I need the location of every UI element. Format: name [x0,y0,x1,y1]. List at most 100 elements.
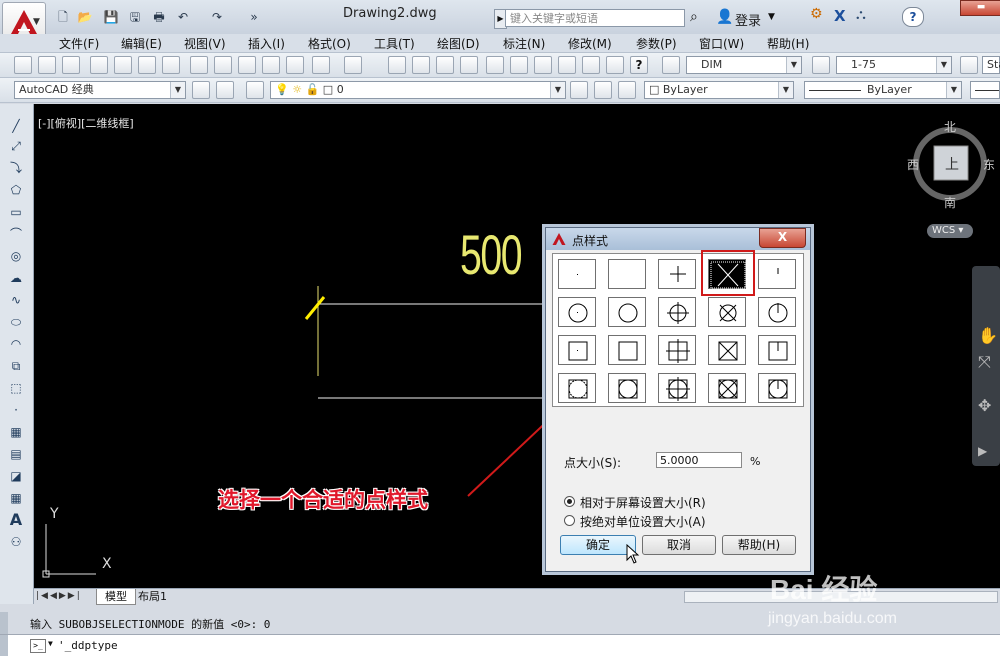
new-file-icon[interactable]: 🗋 [52,7,74,27]
copy-icon[interactable] [214,56,232,74]
undo-icon[interactable]: ↶ [172,7,194,27]
zoom-previous-icon[interactable] [460,56,478,74]
linetype-select[interactable]: ByLayer ▼ [804,81,962,99]
tab-navigation-arrows[interactable]: |◀◀▶▶| [36,591,82,601]
redo-icon[interactable] [344,56,362,74]
tool-palettes-icon[interactable] [534,56,552,74]
redo-icon[interactable]: ↷ [206,7,228,27]
search-input[interactable]: 键入关键字或短语 [505,9,685,27]
viewcube-south[interactable]: 南 [944,194,956,211]
dimension-style-select[interactable]: DIM ▼ [686,56,802,74]
cut-icon[interactable] [190,56,208,74]
open-file-icon[interactable]: 📂 [74,7,96,27]
zoom-icon[interactable]: ⤧ [978,352,991,372]
menu-window[interactable]: 窗口(W) [699,35,744,52]
ok-button[interactable]: 确定 [560,535,636,555]
workspace-settings-icon[interactable] [192,81,210,99]
menu-format[interactable]: 格式(O) [308,35,351,52]
point-style-circle-dot[interactable] [558,297,596,327]
showmotion-icon[interactable]: ▶ [978,444,987,458]
viewcube-east[interactable]: 东 [983,156,995,173]
paste-icon[interactable] [238,56,256,74]
radio-absolute-label[interactable]: 按绝对单位设置大小(A) [580,513,706,530]
menu-insert[interactable]: 插入(I) [248,35,285,52]
command-prompt-icon[interactable]: >_ [30,639,46,653]
point-style-circle-square-plus[interactable] [658,373,696,403]
polyline-icon[interactable]: ⤵ [7,160,25,176]
multileader-style-icon[interactable] [960,56,978,74]
autodesk-360-icon[interactable]: ⛬ [856,7,866,23]
design-center-icon[interactable] [510,56,528,74]
make-block-icon[interactable]: ⬚ [7,380,25,396]
multileader-style-select[interactable]: Sta [982,56,1000,74]
table-icon[interactable]: ▦ [7,490,25,506]
save-icon[interactable] [62,56,80,74]
sheet-set-icon[interactable] [558,56,576,74]
menu-edit[interactable]: 编辑(E) [121,35,162,52]
point-style-square-dot[interactable] [558,335,596,365]
help-button[interactable]: ? [902,7,924,27]
dialog-close-button[interactable]: X [759,228,806,248]
table-style-select[interactable]: 1-75 ▼ [836,56,952,74]
menu-view[interactable]: 视图(V) [184,35,226,52]
calculator-icon[interactable] [606,56,624,74]
undo-icon[interactable] [312,56,330,74]
login-button[interactable]: 登录 [735,10,761,29]
radio-relative-label[interactable]: 相对于屏幕设置大小(R) [580,494,706,511]
menu-tools[interactable]: 工具(T) [374,35,415,52]
text-style-icon[interactable] [662,56,680,74]
save-as-icon[interactable]: 🖫 [124,7,146,27]
layer-previous-icon[interactable] [594,81,612,99]
multiline-text-icon[interactable]: A [7,512,25,528]
point-style-circle[interactable] [608,297,646,327]
point-size-input[interactable]: 5.0000 [656,452,742,468]
dialog-title-bar[interactable]: 点样式 X [546,228,810,250]
viewcube-top[interactable]: 上 [945,154,959,174]
point-style-circle-square-tick[interactable] [758,373,796,403]
markup-icon[interactable] [582,56,600,74]
ellipse-arc-icon[interactable]: ◠ [7,336,25,352]
line-icon[interactable]: ╱ [7,118,25,134]
help-icon[interactable]: ? [630,56,648,74]
block-editor-icon[interactable] [286,56,304,74]
point-style-square-x[interactable] [708,335,746,365]
menu-parameters[interactable]: 参数(P) [636,35,677,52]
wcs-menu[interactable]: WCS ▾ [927,224,973,238]
lineweight-select[interactable] [970,81,1000,99]
window-close-button[interactable]: ▬ [960,0,1000,16]
revision-cloud-icon[interactable]: ☁ [7,270,25,286]
point-style-plus[interactable] [658,259,696,289]
chevron-down-icon[interactable]: ▼ [48,639,53,648]
command-line[interactable]: >_ ▼ '_ddptype [0,634,1000,656]
binoculars-icon[interactable]: ⌕ [690,9,698,25]
menu-file[interactable]: 文件(F) [59,35,99,52]
viewcube-north[interactable]: 北 [944,118,956,135]
command-grip[interactable] [0,612,8,634]
point-style-circle-square[interactable] [608,373,646,403]
login-dropdown-icon[interactable]: ▼ [768,12,775,22]
point-style-circle-tick[interactable] [758,297,796,327]
new-icon[interactable] [14,56,32,74]
match-properties-icon[interactable] [262,56,280,74]
plot-preview-icon[interactable] [114,56,132,74]
polygon-icon[interactable]: ⬠ [7,182,25,198]
drawing-canvas[interactable]: 500 Y X 北 南 西 东 上 WCS ▾ ✋ ⤧ ✥ ▶ 选择一个合适的点… [34,104,1000,588]
spline-icon[interactable]: ∿ [7,292,25,308]
point-style-circle-square-dot[interactable] [558,373,596,403]
point-style-circle-x[interactable] [708,297,746,327]
cancel-button[interactable]: 取消 [642,535,716,555]
point-style-circle-square-x[interactable] [708,373,746,403]
workspace-select[interactable]: AutoCAD 经典 ▼ [14,81,186,99]
tab-model[interactable]: 模型 [96,589,136,605]
radio-absolute-units[interactable] [564,515,575,526]
viewport-controls[interactable]: [-][俯视][二维线框] [38,115,134,131]
menu-dimension[interactable]: 标注(N) [503,35,545,52]
layer-state-icon[interactable] [618,81,636,99]
point-style-dot[interactable] [558,259,596,289]
gradient-icon[interactable]: ▤ [7,446,25,462]
arc-icon[interactable]: ⌒ [7,226,25,242]
add-selected-icon[interactable]: ⚇ [7,534,25,550]
layer-properties-icon[interactable] [246,81,264,99]
region-icon[interactable]: ◪ [7,468,25,484]
layer-select[interactable]: 💡 ☼ 🔓 □ 0 ▼ [270,81,566,99]
